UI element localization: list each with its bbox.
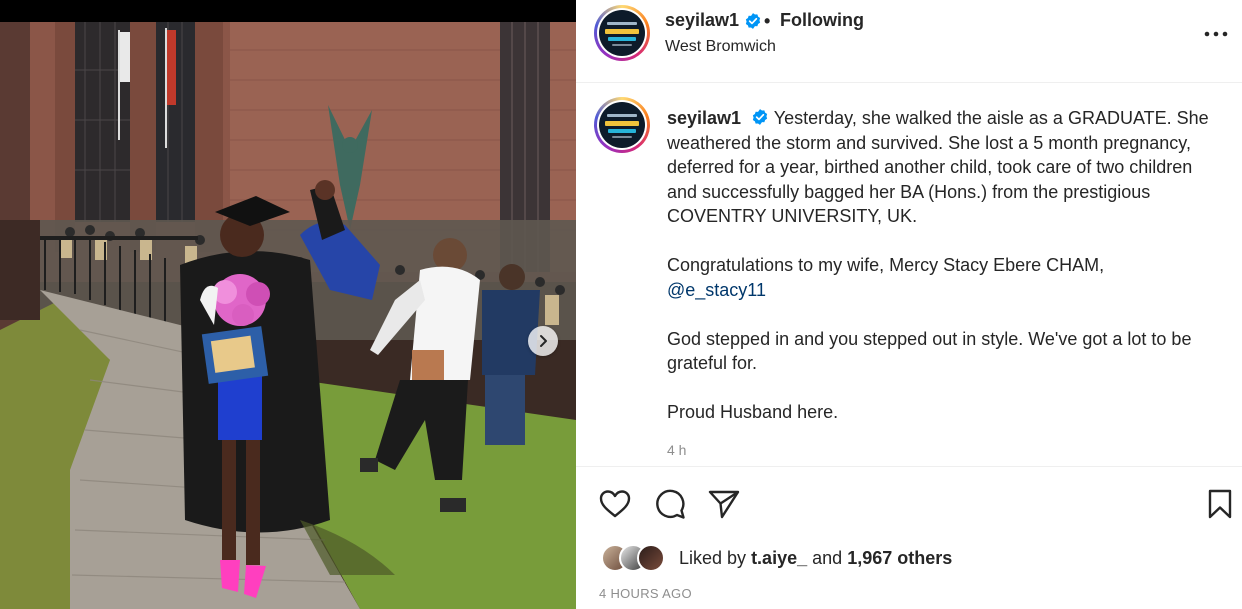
following-button[interactable]: Following bbox=[780, 10, 864, 31]
chevron-right-icon bbox=[540, 335, 547, 347]
post-location[interactable]: West Bromwich bbox=[665, 38, 776, 56]
caption-username[interactable]: seyilaw1 bbox=[667, 108, 741, 128]
author-username[interactable]: seyilaw1 bbox=[665, 10, 739, 31]
save-button[interactable] bbox=[1203, 487, 1237, 521]
heart-icon bbox=[599, 490, 631, 518]
post-caption: seyilaw1 Yesterday, she walked the aisle… bbox=[667, 106, 1212, 425]
post-header: seyilaw1 • Following West Bromwich bbox=[576, 0, 1242, 83]
caption-section: seyilaw1 Yesterday, she walked the aisle… bbox=[576, 84, 1242, 466]
mention-link[interactable]: @e_stacy11 bbox=[667, 280, 766, 300]
more-options-button[interactable] bbox=[1202, 22, 1230, 46]
likes-count[interactable]: 1,967 others bbox=[847, 548, 952, 568]
caption-timestamp[interactable]: 4 h bbox=[667, 442, 686, 458]
caption-text-paragraph-3: God stepped in and you stepped out in st… bbox=[667, 328, 1192, 374]
post-date[interactable]: 4 HOURS AGO bbox=[599, 586, 692, 601]
author-username-row: seyilaw1 bbox=[665, 10, 762, 31]
comment-button[interactable] bbox=[653, 487, 687, 521]
liker-avatar bbox=[637, 544, 665, 572]
post-photo[interactable] bbox=[0, 0, 576, 609]
separator-dot: • bbox=[764, 11, 771, 31]
author-avatar[interactable] bbox=[594, 5, 650, 61]
caption-author-avatar[interactable] bbox=[594, 97, 650, 153]
share-button[interactable] bbox=[707, 487, 741, 521]
bookmark-icon bbox=[1208, 489, 1232, 519]
verified-badge-icon bbox=[751, 108, 769, 126]
like-button[interactable] bbox=[598, 487, 632, 521]
liked-by-conjunction: and bbox=[812, 547, 843, 568]
post-actions: Liked by t.aiye_ and 1,967 others 4 HOUR… bbox=[576, 466, 1242, 609]
carousel-next-button[interactable] bbox=[528, 326, 558, 356]
liker-username[interactable]: t.aiye_ bbox=[751, 548, 807, 568]
send-icon bbox=[708, 490, 740, 519]
liked-by-prefix: Liked by bbox=[679, 547, 747, 568]
verified-badge-icon bbox=[744, 12, 762, 30]
liked-by-text: Liked by t.aiye_ and 1,967 others bbox=[679, 548, 952, 569]
more-options-icon bbox=[1204, 31, 1228, 37]
caption-text-paragraph-4: Proud Husband here. bbox=[667, 402, 839, 422]
comment-icon bbox=[656, 489, 685, 519]
liker-avatars[interactable] bbox=[601, 543, 671, 573]
graduation-photo bbox=[0, 0, 576, 609]
post-detail-panel: seyilaw1 • Following West Bromwich seyil… bbox=[576, 0, 1242, 609]
caption-text-paragraph-1: Yesterday, she walked the aisle as a GRA… bbox=[667, 108, 1209, 226]
likes-summary: Liked by t.aiye_ and 1,967 others bbox=[601, 541, 952, 575]
caption-text-paragraph-2: Congratulations to my wife, Mercy Stacy … bbox=[667, 255, 1105, 275]
